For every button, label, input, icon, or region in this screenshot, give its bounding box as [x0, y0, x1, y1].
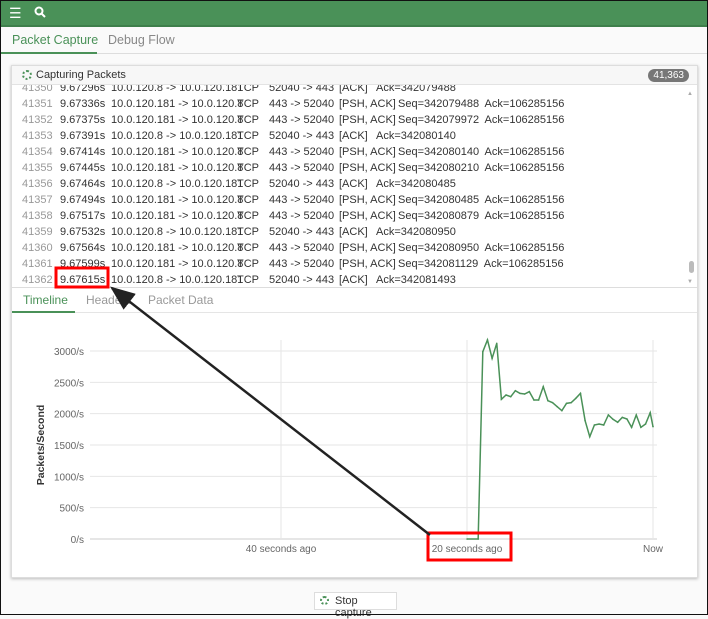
- data-point: [533, 399, 535, 401]
- data-point: [598, 423, 600, 425]
- data-point: [565, 402, 568, 405]
- data-point: [486, 339, 489, 341]
- y-tick-label: 2500/s: [54, 378, 84, 389]
- data-point: [640, 426, 642, 429]
- y-tick-label: 0/s: [71, 535, 84, 546]
- data-point: [649, 411, 652, 414]
- y-tick-label: 500/s: [60, 504, 84, 515]
- data-point: [547, 399, 549, 402]
- y-tick-label: 1500/s: [54, 441, 84, 452]
- y-tick-label: 1000/s: [54, 472, 84, 483]
- y-tick-label: 3000/s: [54, 347, 84, 358]
- data-point: [602, 424, 605, 426]
- data-point: [491, 357, 493, 360]
- data-point: [509, 395, 512, 398]
- x-tick-label: 40 seconds ago: [246, 544, 317, 555]
- data-point: [588, 435, 591, 438]
- data-point: [616, 421, 619, 424]
- data-point: [575, 397, 577, 400]
- data-point: [644, 423, 647, 425]
- data-point: [593, 424, 596, 426]
- data-point: [584, 419, 586, 422]
- data-point: [626, 418, 628, 420]
- data-point: [542, 385, 545, 388]
- y-tick-label: 2000/s: [54, 410, 84, 421]
- data-point: [612, 418, 614, 421]
- data-point: [630, 426, 633, 429]
- data-point: [570, 401, 572, 404]
- x-tick-label: Now: [643, 544, 664, 555]
- x-tick-label: 20 seconds ago: [432, 544, 503, 555]
- data-point: [635, 414, 638, 416]
- data-point: [556, 405, 559, 408]
- series-line: [467, 337, 654, 540]
- data-point: [500, 398, 503, 401]
- data-point: [551, 401, 554, 404]
- data-point: [514, 389, 517, 392]
- data-point: [477, 538, 479, 540]
- data-point: [537, 399, 540, 401]
- data-point: [466, 538, 468, 540]
- timeline-chart: 0/s 500/s 1000/s 1500/s 2000/s 2500/s 3000/s 40…: [35, 337, 664, 555]
- data-point: [495, 342, 498, 345]
- y-axis-label: Packets/Second: [35, 405, 47, 486]
- data-point: [561, 409, 563, 412]
- data-point: [519, 392, 521, 395]
- data-point: [528, 390, 531, 393]
- data-point: [482, 350, 484, 353]
- data-point: [505, 394, 507, 396]
- data-point: [652, 425, 654, 428]
- data-point: [579, 392, 582, 395]
- data-point: [607, 414, 610, 416]
- data-point: [523, 393, 526, 395]
- data-point: [621, 416, 624, 419]
